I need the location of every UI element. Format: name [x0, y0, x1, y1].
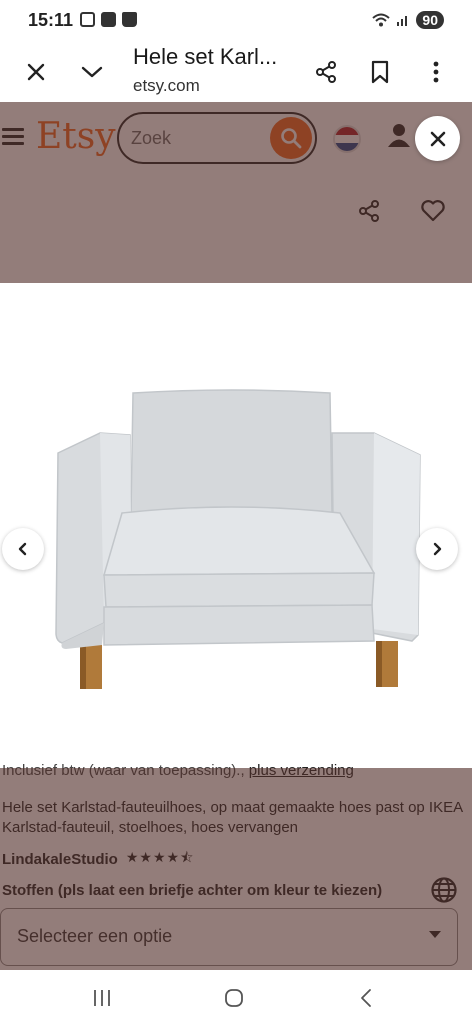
- status-notification-icons: [80, 12, 137, 27]
- chevron-left-icon: [18, 542, 27, 556]
- system-navigation-bar: [0, 970, 472, 1024]
- rating-stars: ★★★★⯪: [125, 849, 195, 865]
- back-button[interactable]: [346, 984, 386, 1012]
- listing-toolbar: [0, 174, 472, 282]
- etsy-header: Etsy: [0, 102, 472, 174]
- product-title: Hele set Karlstad-fauteuilhoes, op maat …: [2, 799, 463, 836]
- screen: 15:11 90 Hele set Karl... etsy.com Etsy …: [0, 0, 472, 1024]
- shipping-link[interactable]: plus verzending: [249, 762, 354, 779]
- bookmark-icon[interactable]: [364, 56, 396, 88]
- netherlands-flag-icon[interactable]: [333, 125, 361, 153]
- more-menu-icon[interactable]: [420, 56, 452, 88]
- close-tab-icon[interactable]: [20, 56, 52, 88]
- shopping-bag-icon: [122, 12, 137, 27]
- shop-row: LindakaleStudio ★★★★⯪: [2, 847, 194, 871]
- close-icon: [430, 131, 445, 146]
- recent-apps-button[interactable]: [82, 984, 122, 1012]
- signal-icon: [397, 16, 408, 26]
- status-time: 15:11: [28, 10, 74, 30]
- menu-icon[interactable]: [2, 128, 24, 146]
- user-icon[interactable]: [386, 122, 412, 148]
- globe-icon[interactable]: [430, 876, 458, 904]
- tax-text: Inclusief btw (waar van toepassing).,: [2, 762, 249, 779]
- search-box: [117, 112, 317, 164]
- recent-apps-icon: [94, 990, 110, 1006]
- variation-select-value: Selecteer een optie: [17, 926, 173, 946]
- variation-label: Stoffen (pls laat een briefje achter om …: [2, 882, 383, 899]
- wifi-icon: [372, 13, 391, 27]
- custom-tab-bar: Hele set Karl... etsy.com: [0, 42, 472, 102]
- close-lightbox-button[interactable]: [415, 116, 460, 161]
- favorite-button[interactable]: [410, 188, 456, 234]
- page-title: Hele set Karl...: [133, 44, 278, 69]
- share-icon: [359, 200, 379, 222]
- chevron-down-icon[interactable]: [76, 56, 108, 88]
- etsy-logo[interactable]: Etsy: [36, 116, 116, 157]
- tax-info: Inclusief btw (waar van toepassing)., pl…: [2, 762, 354, 779]
- shop-name[interactable]: LindakaleStudio: [2, 851, 118, 868]
- checkbox-icon: [101, 12, 116, 27]
- share-listing-button[interactable]: [346, 188, 392, 234]
- heart-icon: [421, 200, 445, 222]
- page-url: etsy.com: [133, 76, 200, 95]
- next-image-button[interactable]: [416, 528, 458, 570]
- search-input[interactable]: [131, 124, 271, 152]
- search-icon: [281, 128, 302, 149]
- battery-indicator: 90: [416, 11, 444, 29]
- home-icon: [225, 989, 243, 1007]
- caret-down-icon: [429, 931, 441, 938]
- home-button[interactable]: [214, 984, 254, 1012]
- status-system-icons: 90: [372, 11, 444, 29]
- search-button[interactable]: [270, 117, 312, 159]
- armchair-image: [55, 389, 421, 689]
- back-icon: [361, 989, 371, 1007]
- share-icon[interactable]: [310, 56, 342, 88]
- listing-details: Inclusief btw (waar van toepassing)., pl…: [0, 762, 472, 970]
- chevron-right-icon: [433, 542, 442, 556]
- web-page: Etsy Zoek Inclusief btw (waar van toepas…: [0, 102, 472, 970]
- product-image: [0, 283, 472, 768]
- variation-select[interactable]: Selecteer een optie: [0, 908, 458, 966]
- status-bar: 15:11 90: [0, 0, 472, 42]
- screenshot-icon: [80, 12, 95, 27]
- previous-image-button[interactable]: [2, 528, 44, 570]
